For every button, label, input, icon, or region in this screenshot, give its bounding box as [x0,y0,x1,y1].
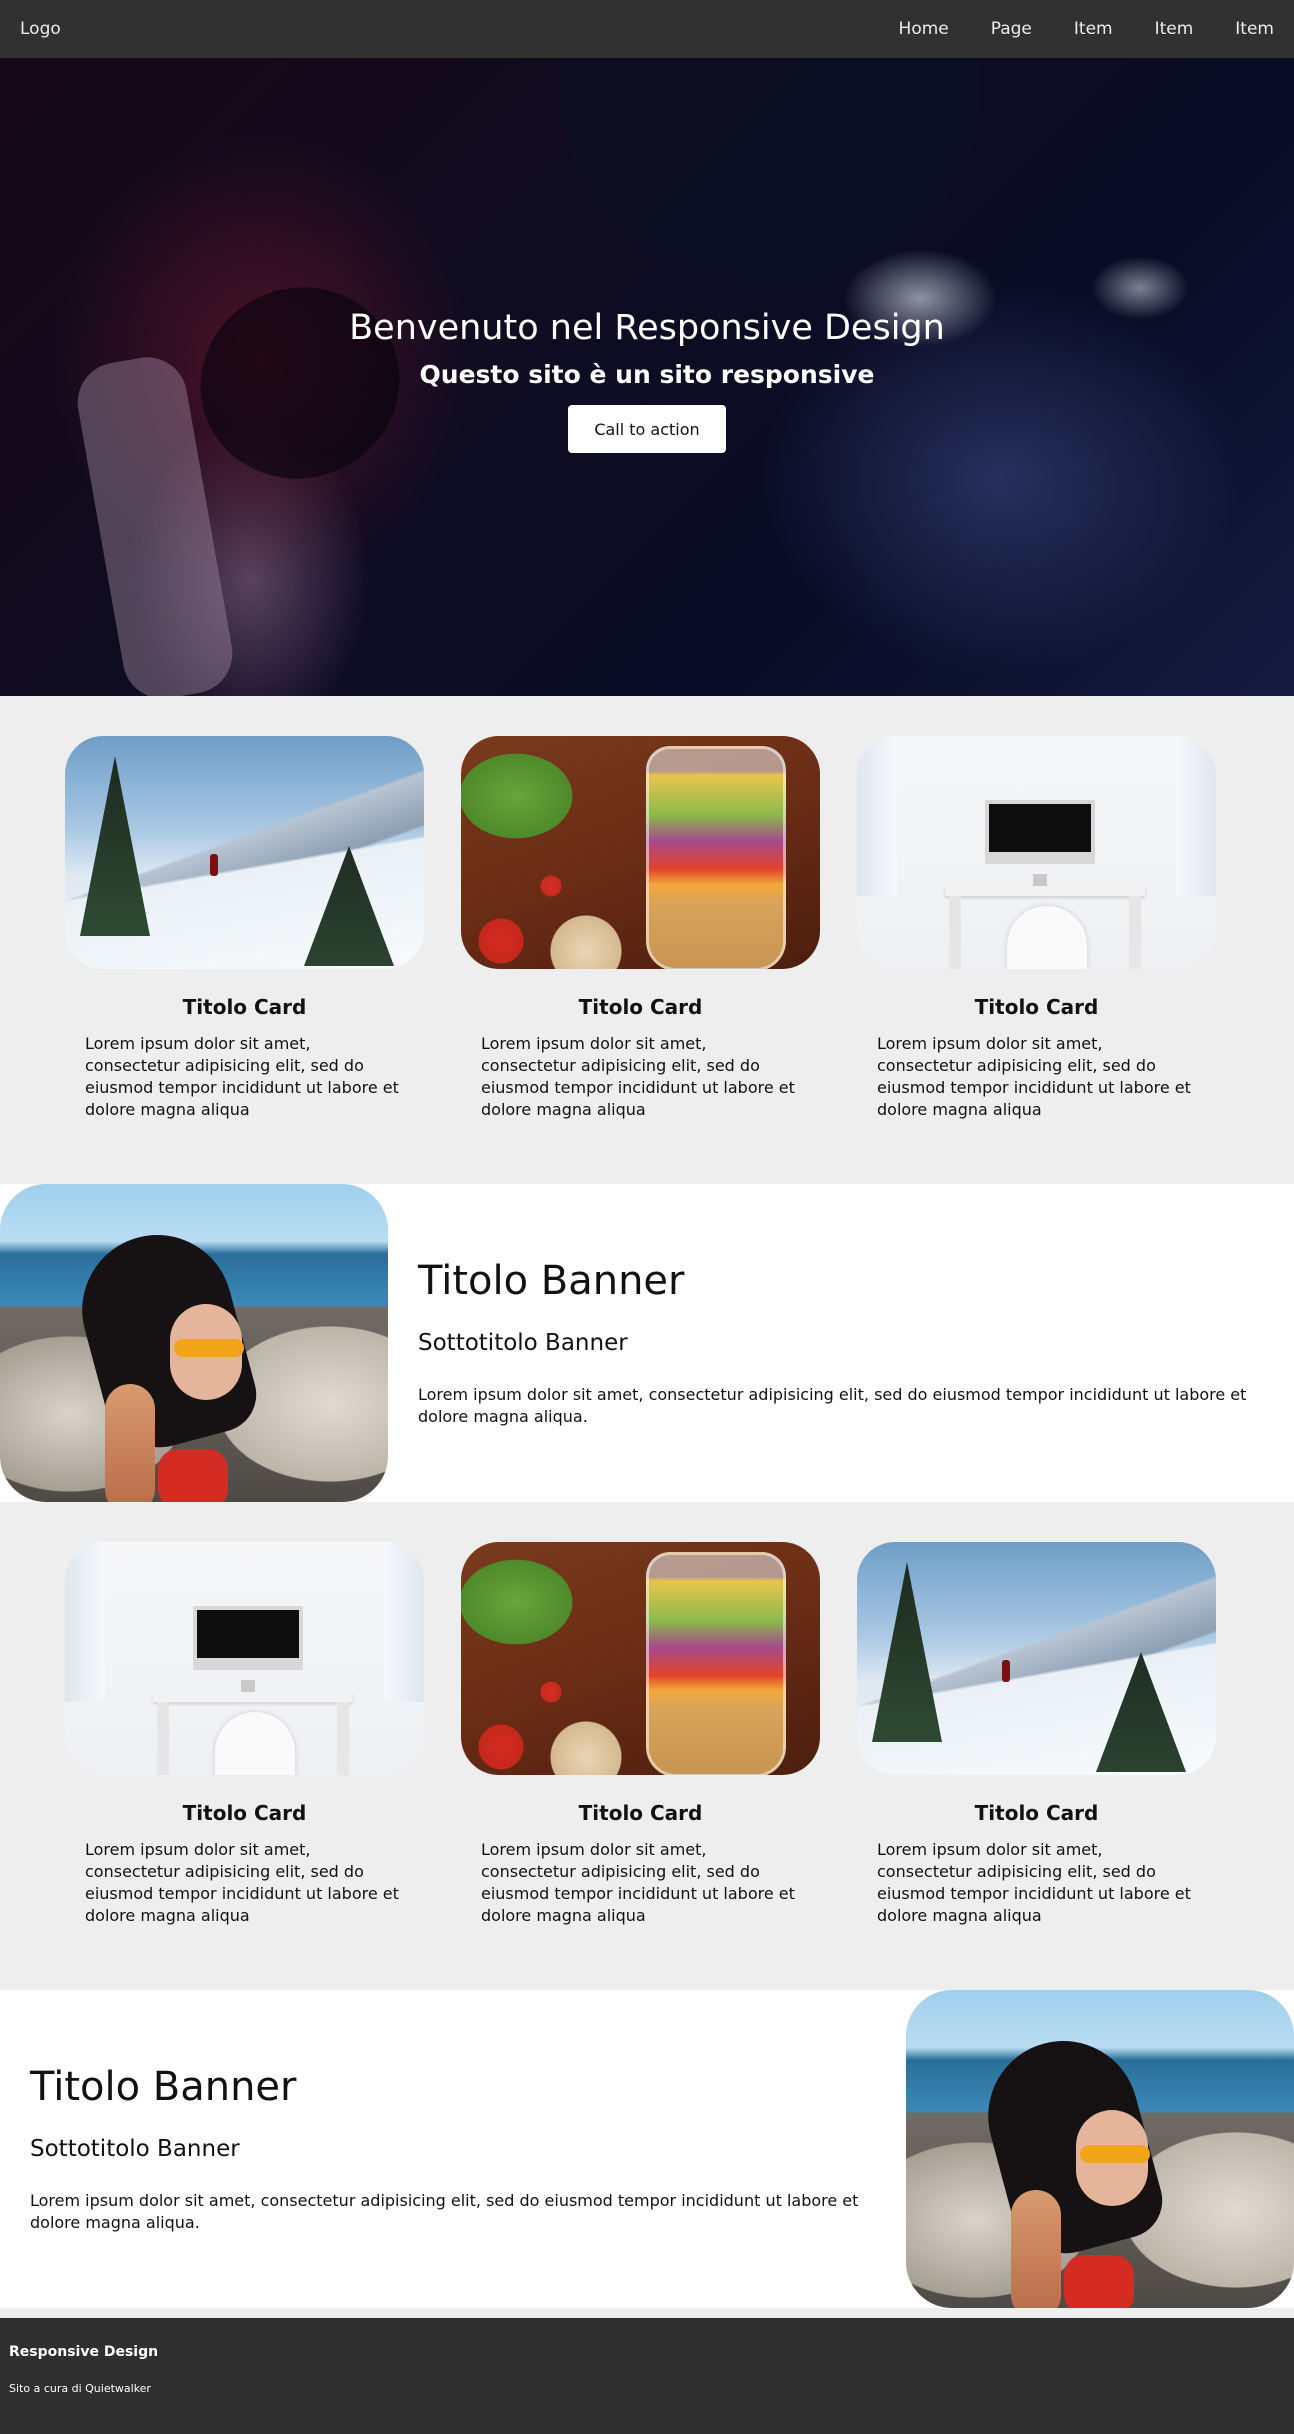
card-text: Lorem ipsum dolor sit amet, consectetur … [85,1840,399,1925]
chair-shape [215,1712,295,1775]
card-title: Titolo Card [182,1801,307,1825]
banner-subtitle: Sottotitolo Banner [418,1330,628,1356]
card-image-snowy-mountain [65,736,424,969]
hiker-figure [210,854,218,876]
banner-2: Titolo Banner Sottotitolo Banner Lorem i… [0,1990,1294,2308]
desk-leg [1129,896,1141,969]
hero-content: Benvenuto nel Responsive Design Questo s… [0,308,1294,453]
swimsuit-shape [1064,2255,1134,2308]
card[interactable]: Titolo Card Lorem ipsum dolor sit amet, … [857,1542,1216,1927]
hiker-figure [1002,1660,1010,1682]
tree-shape [304,846,394,966]
sunglasses-shape [1080,2145,1150,2163]
banner-title: Titolo Banner [418,1258,685,1304]
footer-credit: Sito a cura di Quietwalker [9,2382,151,2395]
card-image-white-desk [65,1542,424,1775]
banner-body: Lorem ipsum dolor sit amet, consectetur … [418,1385,1247,1426]
tree-shape [80,756,150,936]
card-image-salad-jar [461,736,820,969]
nav-link-item-3[interactable]: Item [1235,19,1274,39]
footer-title: Responsive Design [9,2344,159,2360]
nav-link-item-2[interactable]: Item [1155,19,1194,39]
card[interactable]: Titolo Card Lorem ipsum dolor sit amet, … [461,1542,820,1927]
monitor-stand [1033,874,1047,886]
tree-shape [872,1562,942,1742]
banner-text: Titolo Banner Sottotitolo Banner Lorem i… [30,1990,880,2308]
desk-shape [153,1692,353,1702]
hero-section: Benvenuto nel Responsive Design Questo s… [0,58,1294,696]
card-list: Titolo Card Lorem ipsum dolor sit amet, … [65,1542,1216,1927]
window-shape [384,1542,424,1702]
card-title: Titolo Card [182,995,307,1019]
banner-image-woman-beach [906,1990,1294,2308]
card-image-salad-jar [461,1542,820,1775]
desk-shape [945,886,1145,896]
nav-links: Home Page Item Item Item [857,0,1274,58]
banner-body: Lorem ipsum dolor sit amet, consectetur … [30,2191,859,2232]
desk-leg [157,1702,169,1775]
card-image-white-desk [857,736,1216,969]
call-to-action-button[interactable]: Call to action [568,405,726,453]
cards-section-2: Titolo Card Lorem ipsum dolor sit amet, … [0,1502,1294,1990]
window-shape [857,736,897,896]
sunglasses-shape [174,1339,244,1357]
hero-title: Benvenuto nel Responsive Design [349,308,945,348]
banner-text: Titolo Banner Sottotitolo Banner Lorem i… [418,1184,1264,1502]
card[interactable]: Titolo Card Lorem ipsum dolor sit amet, … [857,736,1216,1121]
jar-shape [646,1552,786,1775]
arm-shape [105,1384,155,1502]
card-text: Lorem ipsum dolor sit amet, consectetur … [85,1034,399,1119]
card-text: Lorem ipsum dolor sit amet, consectetur … [877,1840,1191,1925]
card-title: Titolo Card [974,1801,1099,1825]
banner-title: Titolo Banner [30,2064,297,2110]
card[interactable]: Titolo Card Lorem ipsum dolor sit amet, … [65,736,424,1121]
card-text: Lorem ipsum dolor sit amet, consectetur … [481,1840,795,1925]
card[interactable]: Titolo Card Lorem ipsum dolor sit amet, … [65,1542,424,1927]
monitor-shape [193,1606,303,1670]
cards-section-1: Titolo Card Lorem ipsum dolor sit amet, … [0,696,1294,1184]
card[interactable]: Titolo Card Lorem ipsum dolor sit amet, … [461,736,820,1121]
navbar: Logo Home Page Item Item Item [0,0,1294,58]
logo[interactable]: Logo [20,19,61,39]
swimsuit-shape [158,1449,228,1502]
window-shape [65,1542,105,1702]
card-title: Titolo Card [974,995,1099,1019]
banner-subtitle: Sottotitolo Banner [30,2136,240,2162]
nav-link-page[interactable]: Page [991,19,1032,39]
hero-subtitle: Questo sito è un sito responsive [419,360,875,389]
nav-link-item-1[interactable]: Item [1074,19,1113,39]
nav-link-home[interactable]: Home [899,19,949,39]
desk-leg [949,896,961,969]
arm-shape [1011,2190,1061,2308]
desk-leg [337,1702,349,1775]
footer: Responsive Design Sito a cura di Quietwa… [0,2318,1294,2434]
card-title: Titolo Card [578,995,703,1019]
card-title: Titolo Card [578,1801,703,1825]
monitor-stand [241,1680,255,1692]
banner-image-woman-beach [0,1184,388,1502]
card-image-snowy-mountain [857,1542,1216,1775]
tree-shape [1096,1652,1186,1772]
chair-shape [1007,906,1087,969]
card-text: Lorem ipsum dolor sit amet, consectetur … [481,1034,795,1119]
window-shape [1176,736,1216,896]
jar-shape [646,746,786,969]
monitor-shape [985,800,1095,864]
card-text: Lorem ipsum dolor sit amet, consectetur … [877,1034,1191,1119]
card-list: Titolo Card Lorem ipsum dolor sit amet, … [65,736,1216,1121]
banner-1: Titolo Banner Sottotitolo Banner Lorem i… [0,1184,1294,1502]
